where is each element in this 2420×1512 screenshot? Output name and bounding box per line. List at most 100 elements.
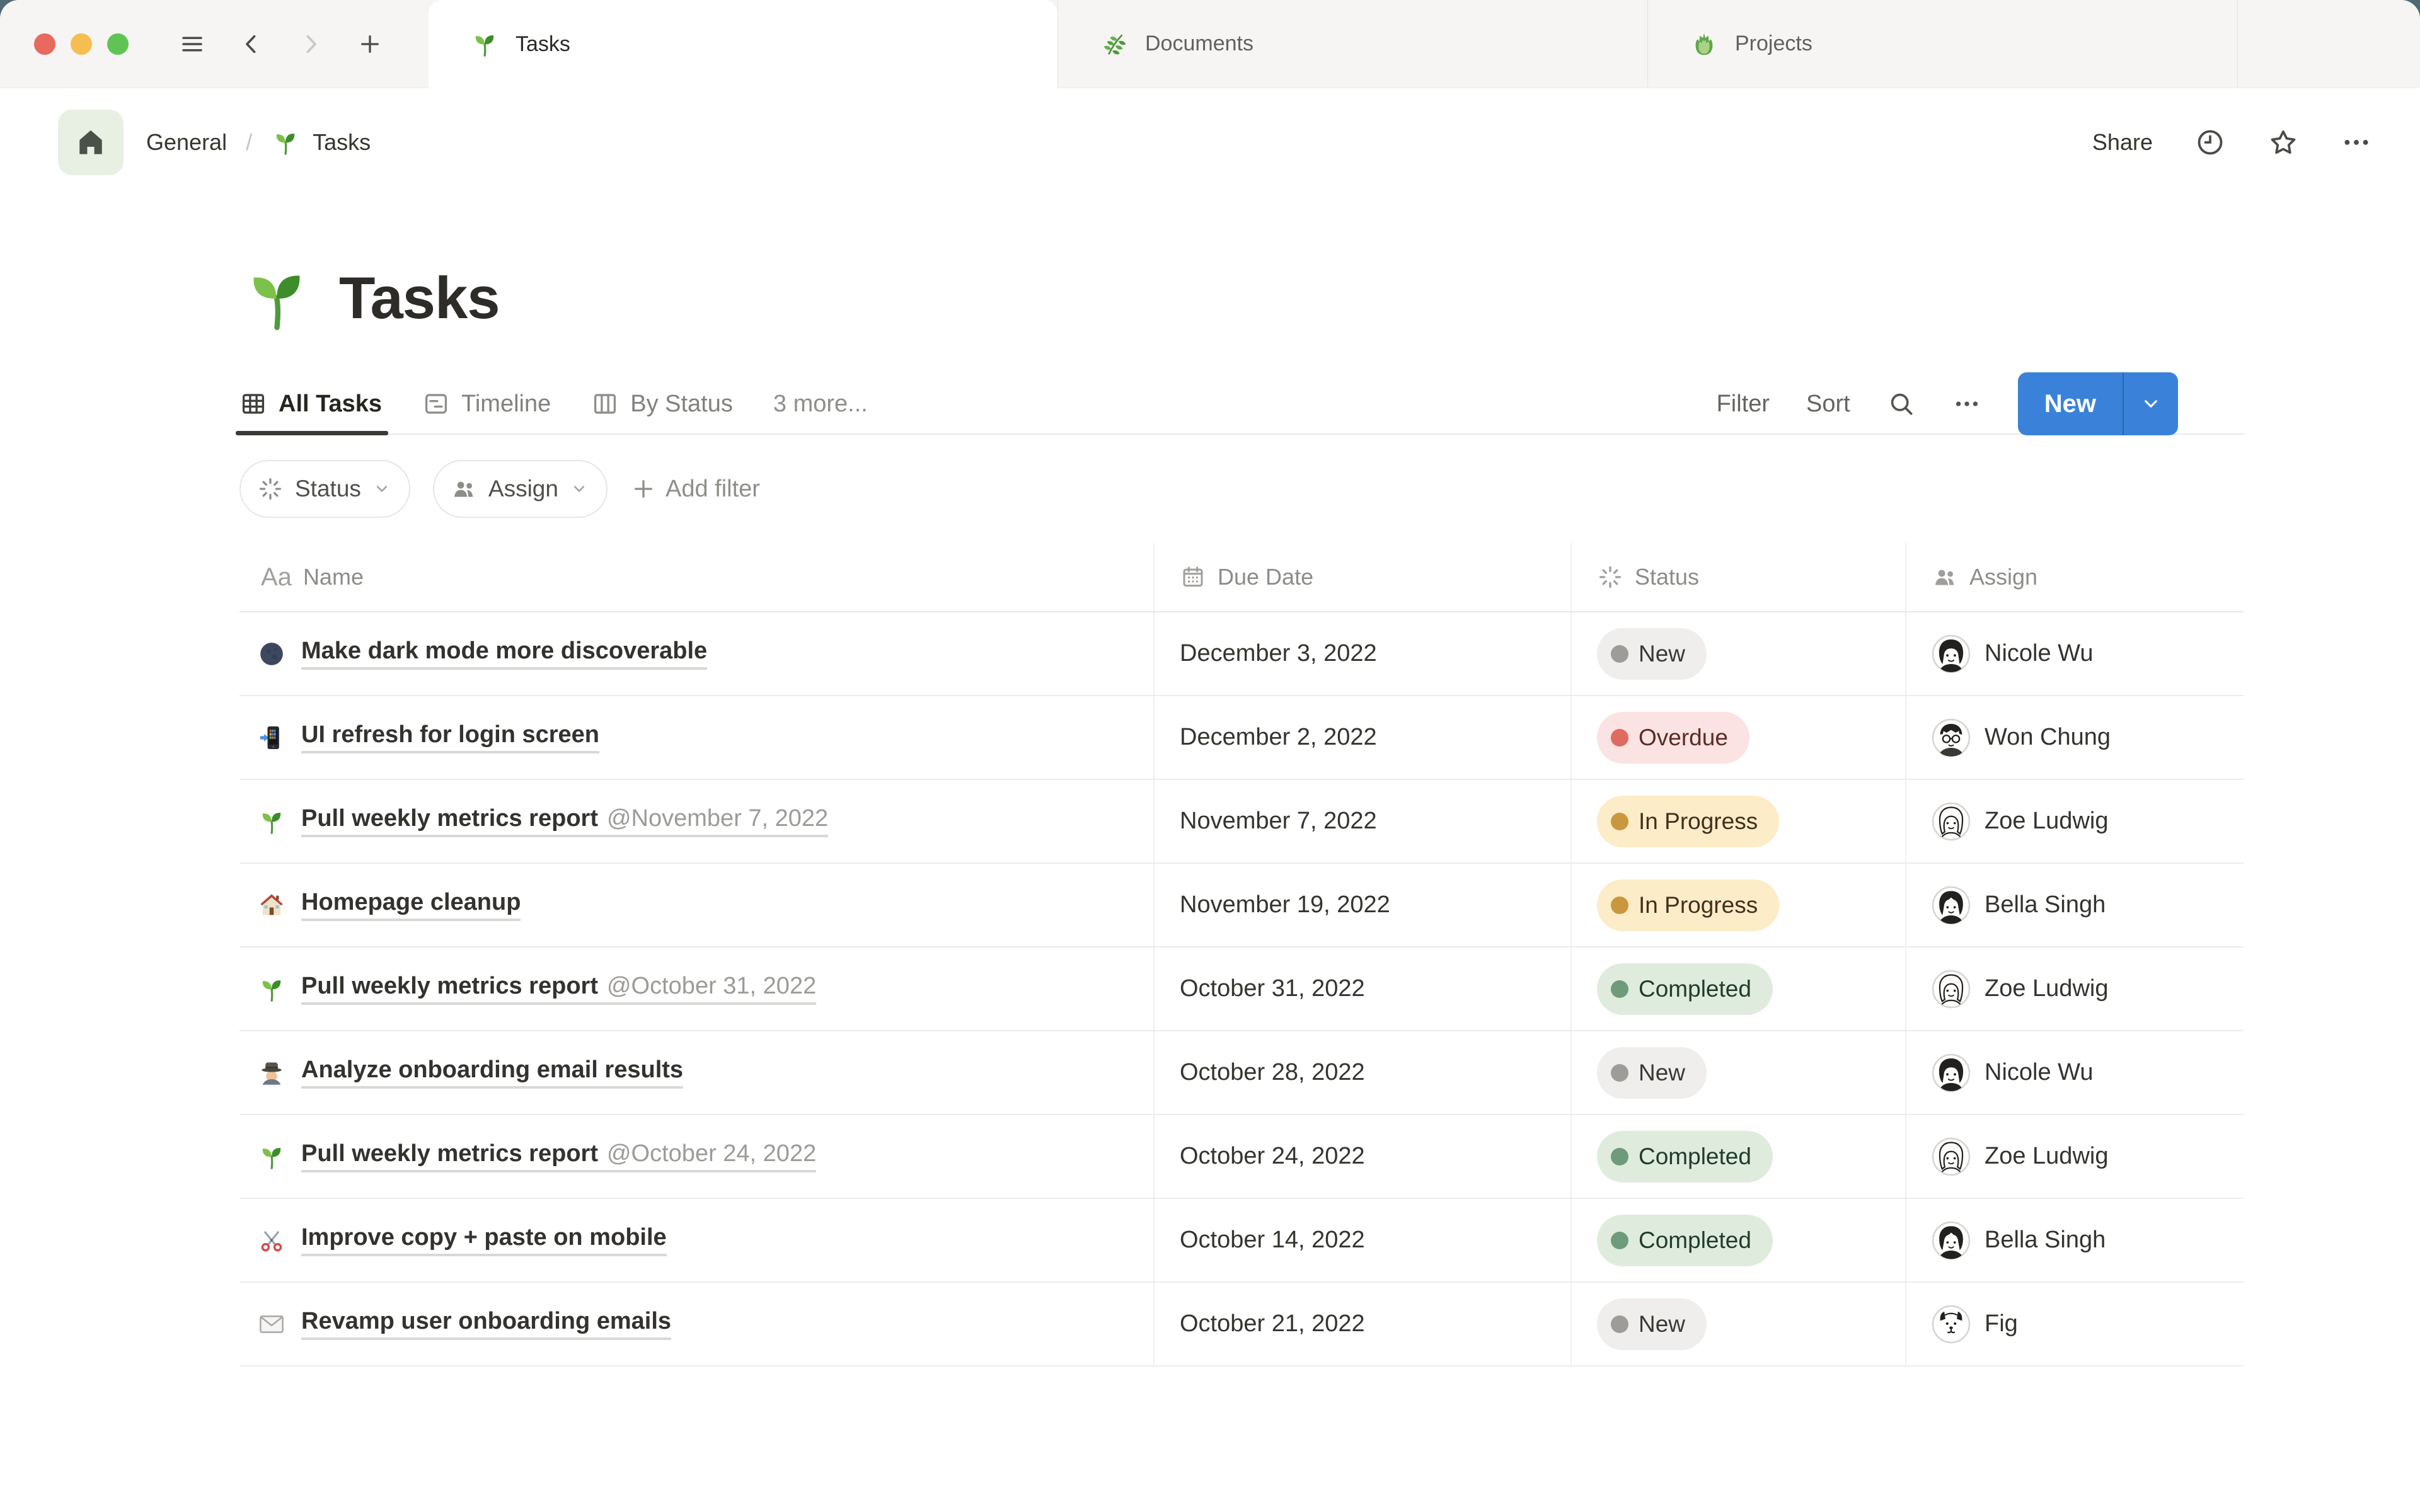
due-date-cell[interactable]: October 24, 2022: [1153, 1115, 1570, 1198]
share-button[interactable]: Share: [2092, 129, 2153, 156]
minimize-window-button[interactable]: [71, 33, 92, 55]
date-mention[interactable]: @November 7, 2022: [607, 805, 828, 832]
back-icon[interactable]: [238, 31, 265, 57]
tab-projects[interactable]: Projects: [1647, 0, 2237, 88]
due-date-cell[interactable]: October 31, 2022: [1153, 948, 1570, 1030]
new-tab-icon[interactable]: [357, 31, 383, 57]
filter-button[interactable]: Filter: [1717, 391, 1770, 418]
more-options-icon[interactable]: [1952, 389, 1981, 418]
column-header-assign[interactable]: Assign: [1905, 543, 2244, 611]
table-row[interactable]: Revamp user onboarding emails October 21…: [239, 1283, 2244, 1366]
status-cell[interactable]: Completed: [1570, 1115, 1905, 1198]
status-badge[interactable]: Overdue: [1597, 711, 1749, 764]
date-mention[interactable]: @October 24, 2022: [607, 1140, 816, 1167]
status-cell[interactable]: In Progress: [1570, 780, 1905, 862]
view-tab-all-tasks[interactable]: All Tasks: [235, 374, 389, 435]
assignee-cell[interactable]: Zoe Ludwig: [1905, 1115, 2244, 1198]
close-window-button[interactable]: [34, 33, 55, 55]
table-row[interactable]: Homepage cleanup November 19, 2022 In Pr…: [239, 864, 2244, 948]
task-name-cell[interactable]: UI refresh for login screen: [239, 696, 1153, 779]
breadcrumb-workspace[interactable]: General: [146, 129, 227, 156]
hamburger-menu-icon[interactable]: [179, 31, 205, 57]
assignee-cell[interactable]: Zoe Ludwig: [1905, 780, 2244, 862]
clock-icon[interactable]: [2194, 127, 2226, 158]
status-cell[interactable]: Completed: [1570, 948, 1905, 1030]
status-badge[interactable]: In Progress: [1597, 795, 1780, 847]
assignee-cell[interactable]: Fig: [1905, 1283, 2244, 1365]
table-row[interactable]: Pull weekly metrics report @October 31, …: [239, 948, 2244, 1031]
assignee-cell[interactable]: Won Chung: [1905, 696, 2244, 779]
assignee-cell[interactable]: Zoe Ludwig: [1905, 948, 2244, 1030]
status-badge[interactable]: In Progress: [1597, 879, 1780, 931]
tab-tasks[interactable]: Tasks: [429, 0, 1057, 88]
breadcrumb-page[interactable]: Tasks: [313, 129, 371, 156]
status-filter-chip[interactable]: Status: [239, 460, 410, 518]
table-row[interactable]: Improve copy + paste on mobile October 1…: [239, 1199, 2244, 1283]
assignee-cell[interactable]: Nicole Wu: [1905, 612, 2244, 695]
due-date-cell[interactable]: October 14, 2022: [1153, 1199, 1570, 1281]
new-button[interactable]: New: [2017, 372, 2178, 435]
task-name-cell[interactable]: Homepage cleanup: [239, 864, 1153, 946]
due-date-cell[interactable]: December 2, 2022: [1153, 696, 1570, 779]
status-cell[interactable]: Overdue: [1570, 696, 1905, 779]
column-header-name[interactable]: Aa Name: [239, 543, 1153, 611]
assign-filter-chip[interactable]: Assign: [432, 460, 608, 518]
table-row[interactable]: UI refresh for login screen December 2, …: [239, 696, 2244, 780]
table-row[interactable]: Pull weekly metrics report @November 7, …: [239, 780, 2244, 864]
assignee-cell[interactable]: Bella Singh: [1905, 1199, 2244, 1281]
assignee-cell[interactable]: Bella Singh: [1905, 864, 2244, 946]
task-title[interactable]: Pull weekly metrics report: [301, 973, 598, 1000]
new-button-dropdown[interactable]: [2124, 372, 2178, 435]
status-badge[interactable]: Completed: [1597, 963, 1773, 1015]
due-date-cell[interactable]: October 28, 2022: [1153, 1031, 1570, 1114]
task-title[interactable]: Pull weekly metrics report: [301, 805, 598, 832]
task-name-cell[interactable]: Pull weekly metrics report @November 7, …: [239, 780, 1153, 862]
assignee-cell[interactable]: Nicole Wu: [1905, 1031, 2244, 1114]
task-title[interactable]: Pull weekly metrics report: [301, 1140, 598, 1167]
task-name-cell[interactable]: Revamp user onboarding emails: [239, 1283, 1153, 1365]
table-row[interactable]: Pull weekly metrics report @October 24, …: [239, 1115, 2244, 1199]
more-options-icon[interactable]: [2341, 127, 2372, 158]
task-name-cell[interactable]: Analyze onboarding email results: [239, 1031, 1153, 1114]
view-tab-by-status[interactable]: By Status: [591, 374, 733, 434]
add-filter-button[interactable]: Add filter: [630, 476, 760, 503]
more-views-button[interactable]: 3 more...: [773, 391, 868, 418]
due-date-cell[interactable]: November 7, 2022: [1153, 780, 1570, 862]
status-badge[interactable]: Completed: [1597, 1130, 1773, 1183]
task-title[interactable]: Revamp user onboarding emails: [301, 1308, 671, 1335]
task-title[interactable]: Analyze onboarding email results: [301, 1057, 683, 1084]
task-name-cell[interactable]: Make dark mode more discoverable: [239, 612, 1153, 695]
status-badge[interactable]: New: [1597, 1298, 1707, 1350]
status-badge[interactable]: Completed: [1597, 1214, 1773, 1266]
due-date-cell[interactable]: October 21, 2022: [1153, 1283, 1570, 1365]
task-title[interactable]: UI refresh for login screen: [301, 721, 599, 748]
new-button-label[interactable]: New: [2018, 372, 2123, 435]
view-tab-timeline[interactable]: Timeline: [422, 374, 551, 434]
search-icon[interactable]: [1887, 389, 1916, 418]
home-button[interactable]: [58, 110, 124, 175]
table-row[interactable]: Analyze onboarding email results October…: [239, 1031, 2244, 1115]
date-mention[interactable]: @October 31, 2022: [607, 973, 816, 1000]
task-name-cell[interactable]: Pull weekly metrics report @October 24, …: [239, 1115, 1153, 1198]
status-cell[interactable]: New: [1570, 1283, 1905, 1365]
status-cell[interactable]: Completed: [1570, 1199, 1905, 1281]
zoom-window-button[interactable]: [107, 33, 129, 55]
task-name-cell[interactable]: Improve copy + paste on mobile: [239, 1199, 1153, 1281]
task-title[interactable]: Make dark mode more discoverable: [301, 638, 707, 665]
star-icon[interactable]: [2267, 127, 2299, 158]
status-cell[interactable]: In Progress: [1570, 864, 1905, 946]
status-badge[interactable]: New: [1597, 1046, 1707, 1099]
task-name-cell[interactable]: Pull weekly metrics report @October 31, …: [239, 948, 1153, 1030]
sort-button[interactable]: Sort: [1806, 391, 1850, 418]
status-badge[interactable]: New: [1597, 627, 1707, 680]
table-row[interactable]: Make dark mode more discoverable Decembe…: [239, 612, 2244, 696]
column-header-status[interactable]: Status: [1570, 543, 1905, 611]
due-date-cell[interactable]: December 3, 2022: [1153, 612, 1570, 695]
due-date-cell[interactable]: November 19, 2022: [1153, 864, 1570, 946]
task-title[interactable]: Homepage cleanup: [301, 889, 521, 916]
task-title[interactable]: Improve copy + paste on mobile: [301, 1224, 667, 1251]
status-cell[interactable]: New: [1570, 612, 1905, 695]
status-cell[interactable]: New: [1570, 1031, 1905, 1114]
column-header-due-date[interactable]: Due Date: [1153, 543, 1570, 611]
tab-documents[interactable]: Documents: [1057, 0, 1647, 88]
